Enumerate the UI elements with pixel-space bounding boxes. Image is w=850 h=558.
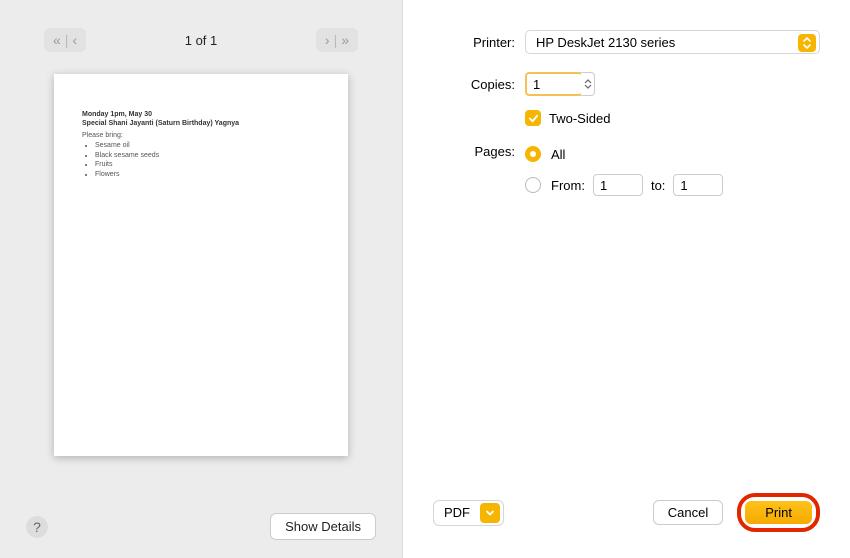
- show-details-button[interactable]: Show Details: [270, 513, 376, 540]
- prev-page-icon: ‹: [69, 33, 80, 47]
- list-item: Black sesame seeds: [95, 151, 320, 160]
- list-item: Fruits: [95, 160, 320, 169]
- page-preview: Monday 1pm, May 30 Special Shani Jayanti…: [54, 74, 348, 456]
- two-sided-checkbox[interactable]: [525, 110, 541, 126]
- page-indicator: 1 of 1: [185, 33, 218, 48]
- chevron-down-icon: [480, 503, 500, 523]
- pages-from-label: From:: [551, 178, 585, 193]
- pdf-label: PDF: [434, 505, 480, 520]
- help-button[interactable]: ?: [26, 516, 48, 538]
- select-stepper-icon: [798, 34, 816, 52]
- preview-pane: « | ‹ 1 of 1 › | » Monday 1pm, May 30 Sp…: [0, 0, 403, 558]
- last-page-icon: »: [338, 33, 352, 47]
- pages-label: Pages:: [433, 144, 515, 159]
- pages-from-input[interactable]: [593, 174, 643, 196]
- preview-line1: Monday 1pm, May 30: [82, 110, 320, 119]
- printer-select[interactable]: HP DeskJet 2130 series: [525, 30, 820, 54]
- pages-all-label: All: [551, 147, 565, 162]
- pdf-menu[interactable]: PDF: [433, 500, 504, 526]
- pages-all-radio[interactable]: [525, 146, 541, 162]
- page-prev-group[interactable]: « | ‹: [44, 28, 86, 52]
- cancel-button[interactable]: Cancel: [653, 500, 723, 525]
- pages-to-label: to:: [651, 178, 665, 193]
- preview-line2: Special Shani Jayanti (Saturn Birthday) …: [82, 119, 320, 128]
- print-highlight: Print: [737, 493, 820, 532]
- check-icon: [528, 113, 539, 124]
- options-pane: Printer: HP DeskJet 2130 series Copies: …: [403, 0, 850, 558]
- pager: « | ‹ 1 of 1 › | »: [26, 28, 376, 52]
- list-item: Sesame oil: [95, 141, 320, 150]
- pages-to-input[interactable]: [673, 174, 723, 196]
- list-item: Flowers: [95, 170, 320, 179]
- copies-label: Copies:: [433, 77, 515, 92]
- first-page-icon: «: [50, 33, 64, 47]
- chevron-down-icon: [584, 84, 592, 89]
- copies-input[interactable]: [525, 72, 583, 96]
- preview-line3: Please bring:: [82, 131, 320, 140]
- two-sided-label: Two-Sided: [549, 111, 610, 126]
- preview-list: Sesame oil Black sesame seeds Fruits Flo…: [82, 141, 320, 179]
- pages-range-radio[interactable]: [525, 177, 541, 193]
- page-next-group[interactable]: › | »: [316, 28, 358, 52]
- print-button[interactable]: Print: [745, 501, 812, 524]
- copies-stepper[interactable]: [581, 72, 595, 96]
- next-page-icon: ›: [322, 33, 333, 47]
- printer-label: Printer:: [433, 35, 515, 50]
- printer-value: HP DeskJet 2130 series: [536, 35, 675, 50]
